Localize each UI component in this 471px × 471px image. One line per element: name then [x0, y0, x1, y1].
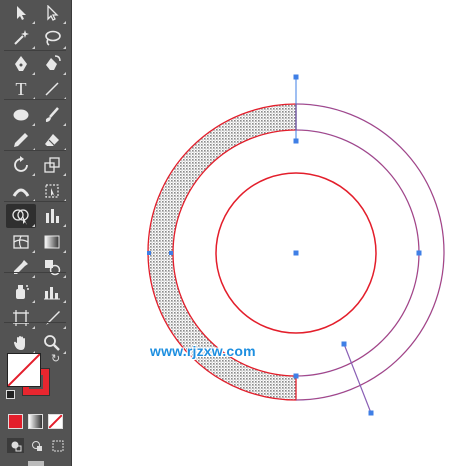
symbol-sprayer-tool-icon[interactable]: [6, 280, 36, 304]
default-colors-icon[interactable]: [6, 390, 15, 399]
middle-circle-right-path[interactable]: [295, 129, 420, 377]
selection-tool-icon[interactable]: [6, 1, 36, 25]
magic-wand-tool-icon[interactable]: [6, 26, 36, 50]
width-tool-icon[interactable]: [6, 179, 36, 203]
draw-mode-buttons: [7, 438, 67, 456]
draw-behind-button[interactable]: [28, 438, 45, 453]
free-transform-tool-icon[interactable]: [37, 179, 67, 203]
ellipse-tool-icon[interactable]: [6, 103, 36, 127]
gradient-mode-button[interactable]: [28, 414, 43, 429]
scale-tool-icon[interactable]: [37, 153, 67, 177]
eraser-tool-icon[interactable]: [37, 128, 67, 152]
mesh-tool-icon[interactable]: [6, 230, 36, 254]
pencil-tool-icon[interactable]: [6, 128, 36, 152]
curvature-tool-icon[interactable]: [37, 52, 67, 76]
watermark-text: www.rjzxw.com: [150, 343, 256, 359]
shape-builder-tool-icon[interactable]: [6, 204, 36, 229]
color-mode-button[interactable]: [8, 414, 23, 429]
slice-tool-icon[interactable]: [37, 306, 67, 330]
fill-swatch[interactable]: [7, 353, 41, 387]
rotate-tool-icon[interactable]: [6, 153, 36, 177]
direct-selection-tool-icon[interactable]: [37, 1, 67, 25]
column-graph-tool-icon[interactable]: [37, 204, 67, 228]
gradient-tool-icon[interactable]: [37, 230, 67, 254]
artboard-tool-icon[interactable]: [6, 306, 36, 330]
artboard-canvas[interactable]: www.rjzxw.com: [72, 0, 471, 466]
pen-tool-icon[interactable]: [6, 52, 36, 76]
line-segment-tool-icon[interactable]: [37, 77, 67, 101]
draw-inside-button[interactable]: [49, 438, 66, 453]
lasso-tool-icon[interactable]: [37, 26, 67, 50]
none-mode-button[interactable]: [48, 414, 63, 429]
artwork: [147, 74, 445, 416]
eyedropper-tool-icon[interactable]: [6, 255, 36, 279]
draw-normal-button[interactable]: [7, 438, 24, 453]
tools-panel: T ↻: [0, 0, 72, 466]
bar-graph-tool-icon[interactable]: [37, 280, 67, 304]
color-mode-buttons: [8, 414, 68, 430]
blend-tool-icon[interactable]: [37, 255, 67, 279]
outer-circle-right-path[interactable]: [295, 103, 445, 401]
screen-mode-button[interactable]: [28, 461, 44, 466]
paintbrush-tool-icon[interactable]: [37, 103, 67, 127]
fill-stroke-swatches[interactable]: ↻: [6, 352, 62, 400]
type-tool-icon[interactable]: T: [6, 77, 36, 101]
swap-colors-icon[interactable]: ↻: [51, 352, 60, 365]
